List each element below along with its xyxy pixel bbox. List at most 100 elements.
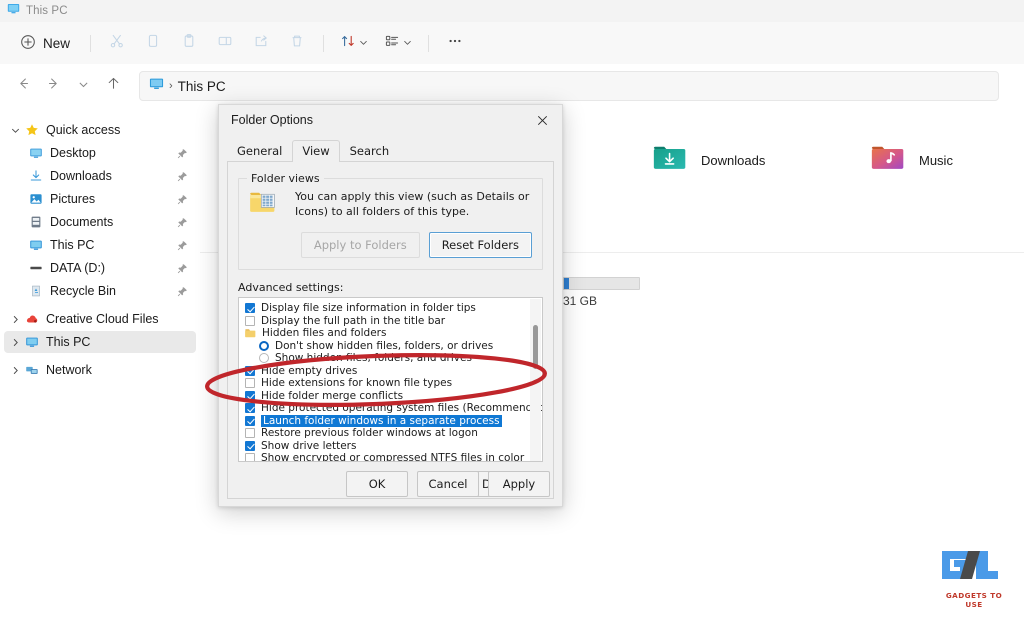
address-bar: › This PC — [0, 64, 1024, 108]
advanced-setting-row[interactable]: Display the full path in the title bar — [239, 315, 542, 328]
advanced-setting-row[interactable]: Show encrypted or compressed NTFS files … — [239, 452, 542, 462]
star-icon — [23, 123, 41, 137]
tab-view[interactable]: View — [292, 140, 339, 162]
setting-radio[interactable] — [259, 353, 269, 363]
advanced-setting-row[interactable]: Launch folder windows in a separate proc… — [239, 415, 542, 428]
setting-checkbox[interactable] — [245, 391, 255, 401]
close-icon[interactable] — [522, 105, 562, 135]
sidebar-item-downloads[interactable]: Downloads — [4, 165, 196, 187]
setting-checkbox[interactable] — [245, 453, 255, 462]
pin-icon[interactable] — [177, 192, 188, 210]
cut-button[interactable] — [100, 28, 134, 58]
advanced-setting-row[interactable]: Hide empty drives — [239, 365, 542, 378]
new-button-label: New — [43, 36, 70, 51]
pin-icon[interactable] — [177, 169, 188, 187]
advanced-setting-row[interactable]: Restore previous folder windows at logon — [239, 427, 542, 440]
rename-button[interactable] — [208, 28, 242, 58]
delete-button[interactable] — [280, 28, 314, 58]
sidebar-item-network[interactable]: Network — [4, 359, 196, 381]
view-button[interactable] — [377, 28, 419, 58]
advanced-setting-row[interactable]: Display file size information in folder … — [239, 302, 542, 315]
advanced-setting-row[interactable]: Don't show hidden files, folders, or dri… — [239, 340, 542, 353]
setting-checkbox[interactable] — [245, 403, 255, 413]
tab-general[interactable]: General — [227, 141, 292, 161]
apply-to-folders-button[interactable]: Apply to Folders — [301, 232, 420, 258]
folder-item-downloads[interactable]: Downloads — [652, 143, 765, 178]
advanced-setting-row[interactable]: Hide protected operating system files (R… — [239, 402, 542, 415]
setting-checkbox[interactable] — [245, 378, 255, 388]
sidebar-item-label: Pictures — [50, 192, 95, 206]
ok-button[interactable]: OK — [346, 471, 408, 497]
pin-icon[interactable] — [177, 261, 188, 279]
capacity-label: 31 GB — [563, 294, 640, 308]
setting-radio[interactable] — [259, 341, 269, 351]
apply-button[interactable]: Apply — [488, 471, 550, 497]
advanced-setting-row[interactable]: Hide extensions for known file types — [239, 377, 542, 390]
tab-search[interactable]: Search — [340, 141, 400, 161]
folder-views-legend: Folder views — [247, 172, 324, 185]
back-button[interactable] — [8, 71, 38, 101]
pin-icon[interactable] — [177, 238, 188, 256]
folder-item-music[interactable]: Music — [870, 143, 953, 178]
more-options-button[interactable] — [438, 28, 472, 58]
sidebar-item-this-pc[interactable]: This PC — [4, 331, 196, 353]
chevron-down-icon[interactable] — [8, 126, 23, 135]
advanced-setting-row[interactable]: Show drive letters — [239, 440, 542, 453]
sidebar-item-recycle-bin[interactable]: Recycle Bin — [4, 280, 196, 302]
advanced-setting-label: Hide folder merge conflicts — [261, 390, 403, 402]
pin-icon[interactable] — [177, 284, 188, 302]
forward-button[interactable] — [38, 71, 68, 101]
advanced-setting-label: Launch folder windows in a separate proc… — [261, 415, 502, 427]
sidebar-item-creative-cloud-files[interactable]: Creative Cloud Files — [4, 308, 196, 330]
capacity-bar — [563, 277, 640, 290]
advanced-setting-row[interactable]: Hide folder merge conflicts — [239, 390, 542, 403]
pin-icon[interactable] — [177, 215, 188, 233]
setting-checkbox[interactable] — [245, 416, 255, 426]
setting-checkbox[interactable] — [245, 441, 255, 451]
new-button[interactable]: New — [14, 28, 81, 58]
list-scrollbar[interactable] — [530, 299, 541, 462]
sidebar-item-label: DATA (D:) — [50, 261, 105, 275]
recent-locations-button[interactable] — [68, 71, 98, 101]
capacity-bar-fill — [564, 278, 569, 289]
dialog-title: Folder Options — [231, 113, 313, 127]
breadcrumb-separator: › — [169, 80, 173, 92]
copy-button[interactable] — [136, 28, 170, 58]
sidebar-item-label: This PC — [50, 238, 94, 252]
sidebar-item-pictures[interactable]: Pictures — [4, 188, 196, 210]
advanced-setting-row[interactable]: Show hidden files, folders, and drives — [239, 352, 542, 365]
creative-cloud-icon — [23, 312, 41, 326]
folder-item-label: Music — [919, 153, 953, 168]
scrollbar-thumb[interactable] — [533, 325, 538, 369]
rename-icon — [217, 33, 233, 54]
chevron-right-icon[interactable] — [8, 366, 23, 375]
reset-folders-button[interactable]: Reset Folders — [429, 232, 532, 258]
up-button[interactable] — [98, 71, 128, 101]
window-title: This PC — [26, 5, 68, 17]
sidebar-item-this-pc-quick[interactable]: This PC — [4, 234, 196, 256]
sidebar-item-quick-access[interactable]: Quick access — [4, 119, 196, 141]
setting-checkbox[interactable] — [245, 428, 255, 438]
sidebar-item-documents[interactable]: Documents — [4, 211, 196, 233]
folder-views-description: You can apply this view (such as Details… — [295, 190, 532, 219]
advanced-setting-label: Hide extensions for known file types — [261, 377, 452, 389]
setting-checkbox[interactable] — [245, 303, 255, 313]
paste-button[interactable] — [172, 28, 206, 58]
view-list-icon — [384, 33, 400, 54]
share-button[interactable] — [244, 28, 278, 58]
setting-checkbox[interactable] — [245, 316, 255, 326]
advanced-settings-list[interactable]: Display file size information in folder … — [238, 297, 543, 462]
chevron-right-icon[interactable] — [8, 315, 23, 324]
chevron-right-icon[interactable] — [8, 338, 23, 347]
breadcrumb[interactable]: › This PC — [139, 71, 999, 101]
cancel-button[interactable]: Cancel — [417, 471, 479, 497]
advanced-setting-row[interactable]: Hidden files and folders — [239, 327, 542, 340]
sidebar-item-data-drive[interactable]: DATA (D:) — [4, 257, 196, 279]
folder-item-label: Downloads — [701, 153, 765, 168]
sort-button[interactable] — [333, 28, 375, 58]
setting-checkbox[interactable] — [245, 366, 255, 376]
sidebar-item-label: Desktop — [50, 146, 96, 160]
sidebar-item-label: Quick access — [46, 123, 120, 137]
pin-icon[interactable] — [177, 146, 188, 164]
sidebar-item-desktop[interactable]: Desktop — [4, 142, 196, 164]
